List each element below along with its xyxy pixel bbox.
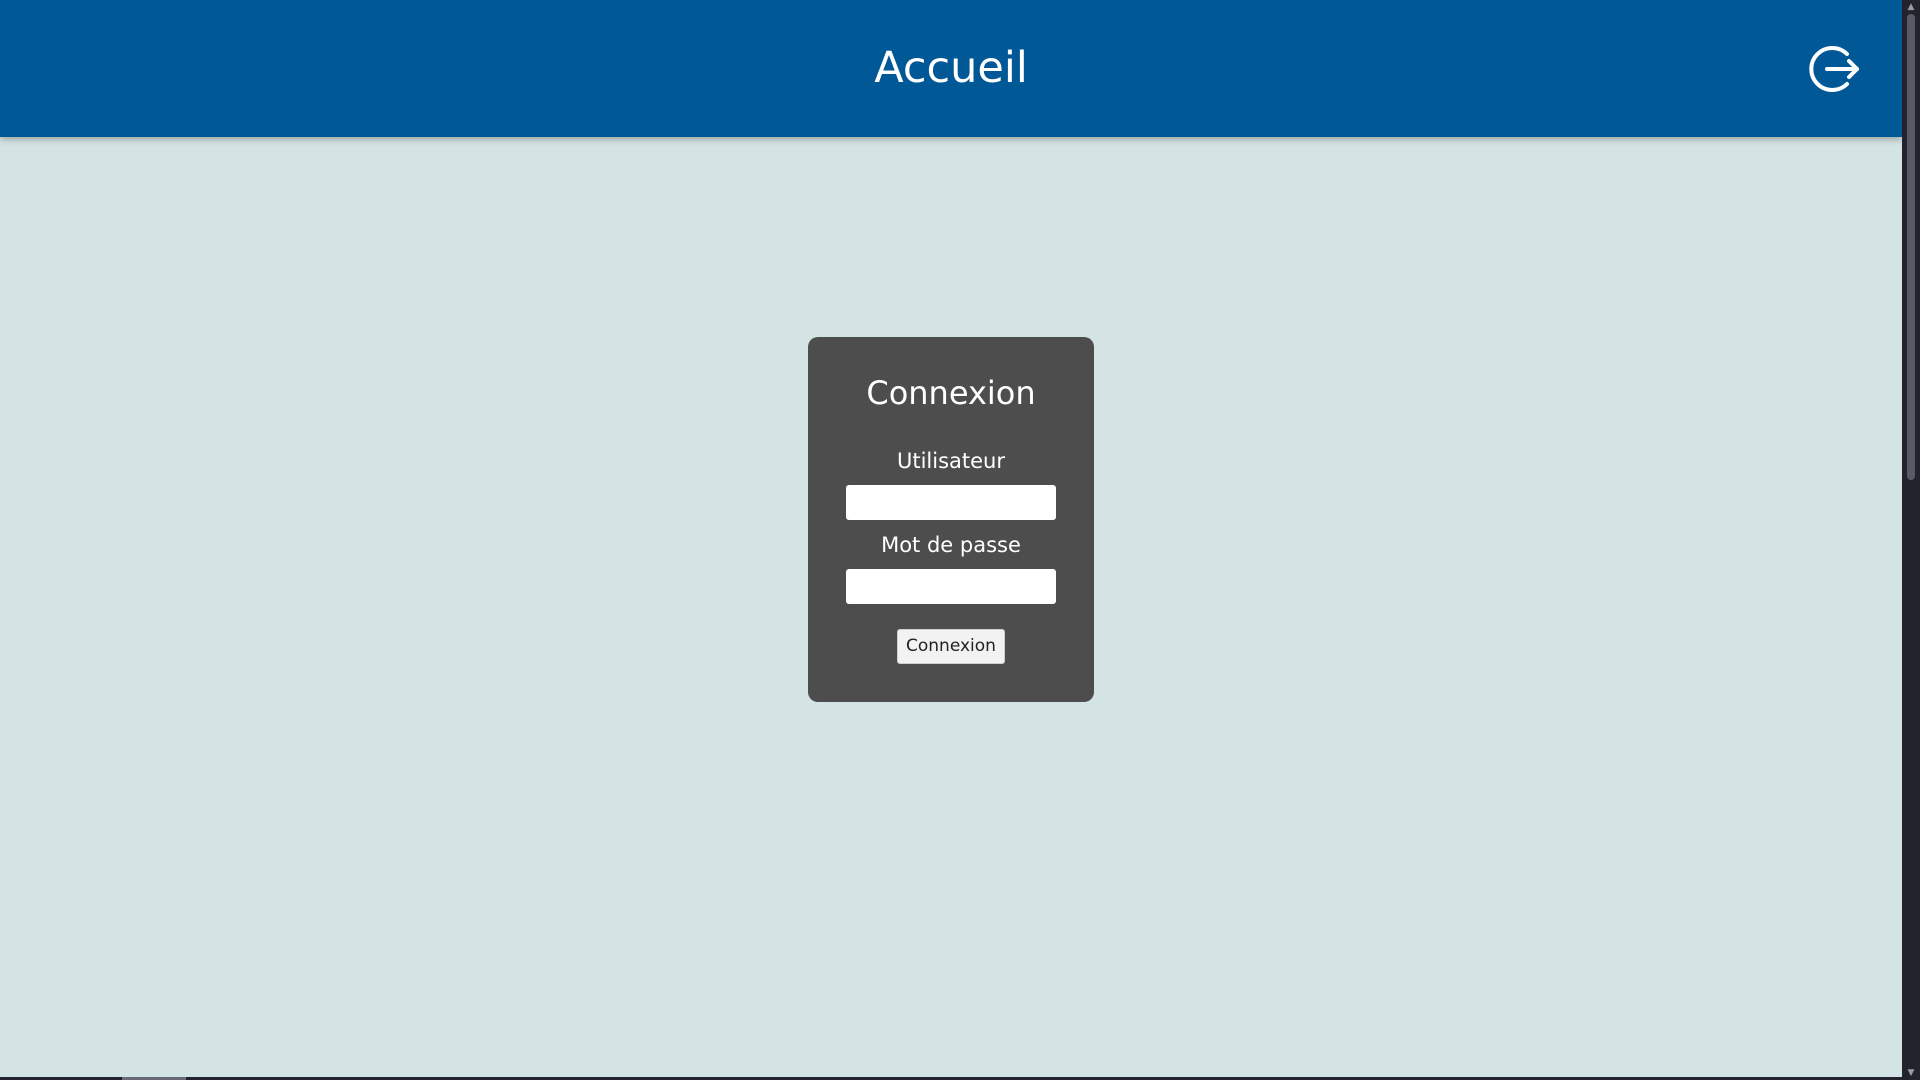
logout-icon [1809, 46, 1859, 92]
login-form: Connexion Utilisateur Mot de passe Conne… [808, 337, 1094, 702]
password-input[interactable] [846, 569, 1056, 604]
login-submit-button[interactable]: Connexion [897, 629, 1005, 664]
top-header: Accueil [0, 0, 1902, 137]
logout-button[interactable] [1807, 41, 1863, 97]
scroll-down-arrow-icon[interactable]: ▼ [1902, 1066, 1920, 1080]
username-input[interactable] [846, 485, 1056, 520]
login-title: Connexion [866, 374, 1036, 412]
password-label: Mot de passe [881, 533, 1021, 557]
vertical-scrollbar[interactable]: ▲ ▼ [1902, 0, 1920, 1080]
scroll-up-arrow-icon[interactable]: ▲ [1902, 0, 1920, 14]
username-label: Utilisateur [896, 449, 1005, 473]
page-title: Accueil [874, 43, 1028, 93]
vertical-scroll-thumb[interactable] [1907, 14, 1915, 480]
page-viewport: Accueil Connexion Utilisateur Mot de pas… [0, 0, 1902, 1080]
